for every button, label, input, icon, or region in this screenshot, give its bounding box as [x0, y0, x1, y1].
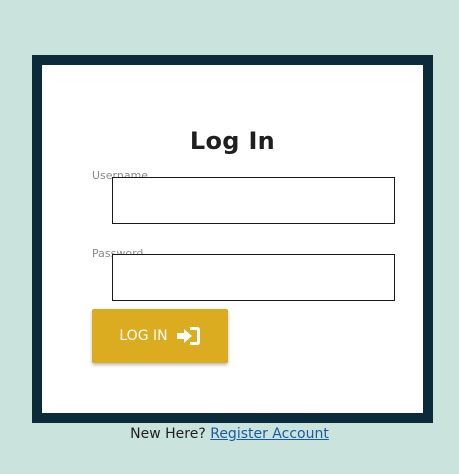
- register-prompt: New Here? Register Account: [0, 426, 459, 442]
- login-button-label: LOG IN: [119, 328, 168, 344]
- sign-in-icon: [175, 326, 201, 346]
- register-account-link[interactable]: Register Account: [210, 426, 329, 442]
- login-card: Log In Username Password LOG IN: [42, 65, 423, 413]
- password-input[interactable]: [112, 254, 395, 301]
- username-input[interactable]: [112, 177, 395, 224]
- login-button[interactable]: LOG IN: [92, 309, 228, 363]
- login-card-frame: Log In Username Password LOG IN: [32, 55, 433, 423]
- new-here-text: New Here?: [130, 426, 206, 442]
- page-title: Log In: [189, 127, 276, 155]
